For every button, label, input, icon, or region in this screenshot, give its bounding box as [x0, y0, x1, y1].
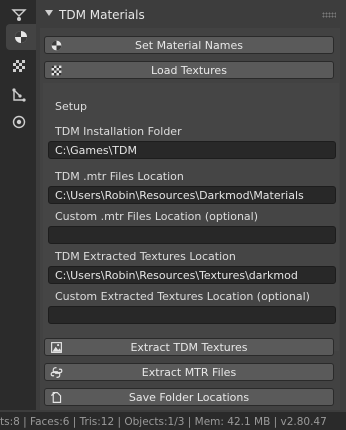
constraint-icon: [11, 9, 27, 21]
extract-mtr-files-button[interactable]: Extract MTR Files: [44, 363, 334, 381]
texture-icon: [13, 60, 25, 72]
tab-texture[interactable]: [6, 53, 32, 79]
tab-material[interactable]: [6, 24, 36, 50]
extract-mtr-files-label: Extract MTR Files: [141, 365, 237, 379]
texture-icon: [51, 65, 62, 76]
tdm-materials-panel: TDM Materials Set Material Names Load Te…: [37, 0, 346, 410]
save-folder-locations-button[interactable]: Save Folder Locations: [44, 388, 334, 406]
panel-title: TDM Materials: [59, 8, 145, 22]
install-folder-field[interactable]: C:\Games\TDM: [48, 141, 336, 159]
extract-tdm-textures-label: Extract TDM Textures: [130, 340, 248, 354]
extracted-textures-field[interactable]: C:\Users\Robin\Resources\Textures\darkmo…: [48, 266, 336, 284]
load-textures-button[interactable]: Load Textures: [44, 61, 334, 79]
particles-icon: [12, 88, 26, 102]
panel-body: Set Material Names Load Textures Setup T…: [40, 28, 340, 410]
properties-tab-strip: [0, 0, 36, 410]
setup-heading: Setup: [55, 100, 88, 113]
save-folder-locations-label: Save Folder Locations: [128, 390, 250, 404]
custom-mtr-field[interactable]: [48, 226, 336, 244]
set-material-names-label: Set Material Names: [135, 38, 243, 52]
mtr-location-label: TDM .mtr Files Location: [55, 170, 184, 183]
python-script-icon: [50, 367, 63, 378]
custom-mtr-label: Custom .mtr Files Location (optional): [55, 210, 259, 223]
custom-extracted-label: Custom Extracted Textures Location (opti…: [55, 290, 310, 303]
material-icon: [51, 40, 62, 51]
physics-icon: [12, 115, 26, 129]
custom-extracted-field[interactable]: [48, 306, 336, 324]
set-material-names-button[interactable]: Set Material Names: [44, 36, 334, 54]
material-icon: [15, 31, 27, 43]
collapse-arrow-icon[interactable]: [45, 10, 53, 16]
panel-header[interactable]: TDM Materials: [37, 5, 342, 27]
drag-grip-icon[interactable]: [322, 12, 336, 18]
extracted-textures-label: TDM Extracted Textures Location: [55, 250, 236, 263]
setup-section: Setup TDM Installation Folder C:\Games\T…: [43, 83, 339, 351]
mtr-location-field[interactable]: C:\Users\Robin\Resources\Darkmod\Materia…: [48, 186, 336, 204]
image-icon: [51, 342, 62, 353]
file-refresh-icon: [51, 392, 62, 403]
tab-particles[interactable]: [6, 82, 32, 108]
status-bar: ts:8 | Faces:6 | Tris:12 | Objects:1/3 |…: [0, 412, 346, 430]
install-folder-label: TDM Installation Folder: [55, 125, 182, 138]
load-textures-label: Load Textures: [151, 63, 227, 77]
tab-physics[interactable]: [6, 109, 32, 135]
extract-tdm-textures-button[interactable]: Extract TDM Textures: [44, 338, 334, 356]
